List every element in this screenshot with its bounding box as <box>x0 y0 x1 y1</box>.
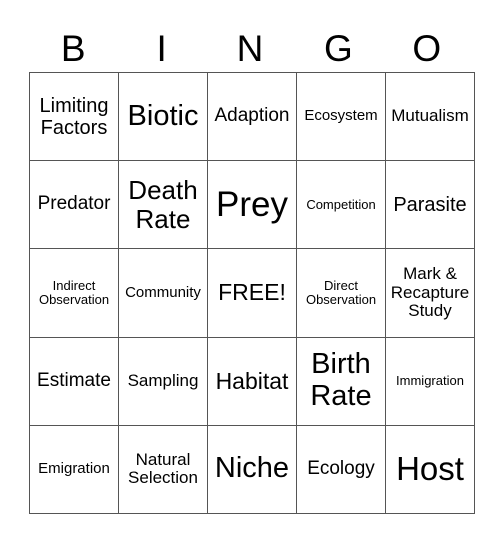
bingo-cell[interactable]: Predator <box>29 160 119 250</box>
bingo-cell[interactable]: Habitat <box>207 336 297 426</box>
bingo-cell[interactable]: Mutualism <box>385 71 475 162</box>
bingo-cell[interactable]: Natural Selection <box>118 424 208 515</box>
board-row: Estimate Sampling Habitat Birth Rate Imm… <box>29 336 475 426</box>
bingo-cell[interactable]: Adaption <box>207 71 297 162</box>
header-letter-o: O <box>412 28 442 69</box>
bingo-cell[interactable]: Community <box>118 248 208 338</box>
board-row: Emigration Natural Selection Niche Ecolo… <box>29 424 475 515</box>
bingo-cell[interactable]: Niche <box>207 424 297 515</box>
bingo-cell[interactable]: Direct Observation <box>296 248 386 338</box>
bingo-cell[interactable]: Ecology <box>296 424 386 515</box>
free-space[interactable]: FREE! <box>207 248 297 338</box>
bingo-cell[interactable]: Birth Rate <box>296 336 386 426</box>
bingo-cell[interactable]: Limiting Factors <box>29 71 119 162</box>
header-letter-g: G <box>324 28 353 69</box>
bingo-cell[interactable]: Death Rate <box>118 160 208 250</box>
bingo-cell[interactable]: Host <box>385 424 475 515</box>
bingo-cell[interactable]: Estimate <box>29 336 119 426</box>
bingo-cell[interactable]: Indirect Observation <box>29 248 119 338</box>
header-letter-n: N <box>236 28 264 69</box>
bingo-cell[interactable]: Sampling <box>118 336 208 426</box>
board-row: Indirect Observation Community FREE! Dir… <box>29 248 475 338</box>
board-row: Limiting Factors Biotic Adaption Ecosyst… <box>29 71 475 162</box>
bingo-cell[interactable]: Ecosystem <box>296 71 386 162</box>
bingo-cell[interactable]: Biotic <box>118 71 208 162</box>
bingo-cell[interactable]: Mark & Recapture Study <box>385 248 475 338</box>
bingo-board: Limiting Factors Biotic Adaption Ecosyst… <box>29 71 475 515</box>
header-letter-i: I <box>156 28 167 69</box>
bingo-header: B I N G O <box>29 26 471 72</box>
header-letter-b: B <box>60 28 86 69</box>
bingo-cell[interactable]: Prey <box>207 160 297 250</box>
board-row: Predator Death Rate Prey Competition Par… <box>29 160 475 250</box>
bingo-cell[interactable]: Immigration <box>385 336 475 426</box>
bingo-cell[interactable]: Competition <box>296 160 386 250</box>
bingo-cell[interactable]: Parasite <box>385 160 475 250</box>
bingo-cell[interactable]: Emigration <box>29 424 119 515</box>
